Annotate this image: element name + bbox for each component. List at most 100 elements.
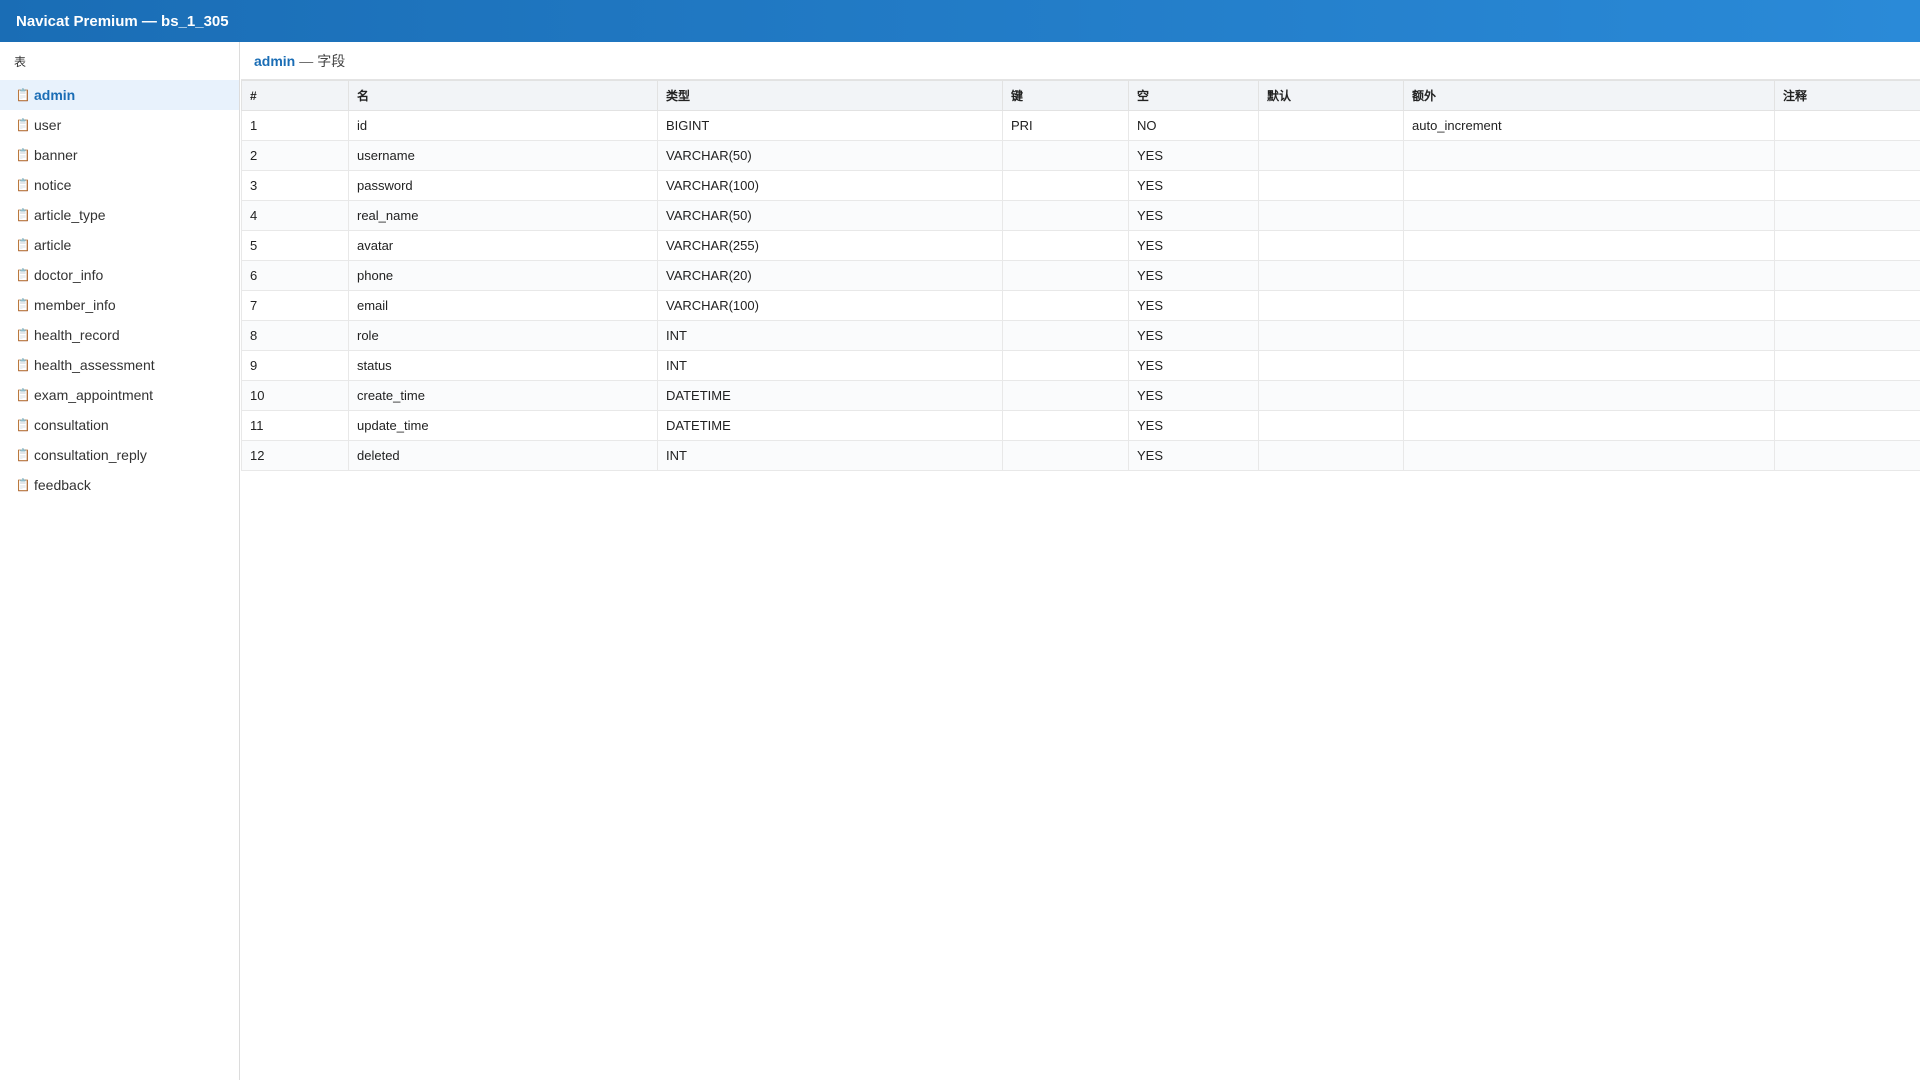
cell-comment[interactable] <box>1774 350 1920 381</box>
cell-name[interactable]: create_time <box>348 380 658 411</box>
column-header-col-index[interactable]: # <box>241 80 349 111</box>
cell-type[interactable]: INT <box>657 320 1003 351</box>
table-row[interactable]: 6 phone VARCHAR(20) YES <box>241 260 1920 291</box>
sidebar-item-exam-appointment[interactable]: 📋 exam_appointment <box>0 380 239 410</box>
cell-null[interactable]: NO <box>1128 110 1259 141</box>
cell-name[interactable]: password <box>348 170 658 201</box>
table-row[interactable]: 9 status INT YES <box>241 350 1920 381</box>
sidebar-item-user[interactable]: 📋 user <box>0 110 239 140</box>
cell-default[interactable] <box>1258 440 1404 471</box>
cell-null[interactable]: YES <box>1128 200 1259 231</box>
cell-default[interactable] <box>1258 140 1404 171</box>
cell-name[interactable]: avatar <box>348 230 658 261</box>
breadcrumb-table[interactable]: admin <box>254 53 295 69</box>
table-row[interactable]: 5 avatar VARCHAR(255) YES <box>241 230 1920 261</box>
column-header-col-extra[interactable]: 额外 <box>1403 80 1775 111</box>
table-row[interactable]: 10 create_time DATETIME YES <box>241 380 1920 411</box>
cell-index[interactable]: 2 <box>241 140 349 171</box>
cell-key[interactable] <box>1002 410 1129 441</box>
table-row[interactable]: 3 password VARCHAR(100) YES <box>241 170 1920 201</box>
cell-key[interactable] <box>1002 170 1129 201</box>
cell-type[interactable]: INT <box>657 440 1003 471</box>
cell-default[interactable] <box>1258 290 1404 321</box>
cell-extra[interactable] <box>1403 200 1775 231</box>
cell-comment[interactable] <box>1774 440 1920 471</box>
column-header-col-null[interactable]: 空 <box>1128 80 1259 111</box>
cell-index[interactable]: 11 <box>241 410 349 441</box>
cell-index[interactable]: 6 <box>241 260 349 291</box>
cell-null[interactable]: YES <box>1128 170 1259 201</box>
cell-default[interactable] <box>1258 410 1404 441</box>
sidebar-item-admin[interactable]: 📋 admin <box>0 80 239 110</box>
column-header-col-name[interactable]: 名 <box>348 80 658 111</box>
table-row[interactable]: 12 deleted INT YES <box>241 440 1920 471</box>
table-row[interactable]: 11 update_time DATETIME YES <box>241 410 1920 441</box>
cell-key[interactable] <box>1002 140 1129 171</box>
cell-extra[interactable] <box>1403 140 1775 171</box>
sidebar-item-feedback[interactable]: 📋 feedback <box>0 470 239 500</box>
cell-null[interactable]: YES <box>1128 140 1259 171</box>
cell-extra[interactable] <box>1403 410 1775 441</box>
cell-default[interactable] <box>1258 260 1404 291</box>
table-row[interactable]: 4 real_name VARCHAR(50) YES <box>241 200 1920 231</box>
cell-key[interactable] <box>1002 290 1129 321</box>
cell-key[interactable] <box>1002 260 1129 291</box>
cell-type[interactable]: DATETIME <box>657 380 1003 411</box>
column-header-col-default[interactable]: 默认 <box>1258 80 1404 111</box>
cell-type[interactable]: BIGINT <box>657 110 1003 141</box>
cell-comment[interactable] <box>1774 380 1920 411</box>
cell-name[interactable]: deleted <box>348 440 658 471</box>
cell-null[interactable]: YES <box>1128 410 1259 441</box>
cell-default[interactable] <box>1258 380 1404 411</box>
cell-null[interactable]: YES <box>1128 440 1259 471</box>
cell-extra[interactable] <box>1403 170 1775 201</box>
cell-comment[interactable] <box>1774 290 1920 321</box>
cell-key[interactable] <box>1002 440 1129 471</box>
column-header-col-comment[interactable]: 注释 <box>1774 80 1920 111</box>
cell-null[interactable]: YES <box>1128 350 1259 381</box>
cell-key[interactable] <box>1002 200 1129 231</box>
cell-extra[interactable] <box>1403 230 1775 261</box>
cell-comment[interactable] <box>1774 320 1920 351</box>
cell-key[interactable] <box>1002 320 1129 351</box>
cell-extra[interactable] <box>1403 290 1775 321</box>
cell-comment[interactable] <box>1774 140 1920 171</box>
cell-index[interactable]: 4 <box>241 200 349 231</box>
cell-index[interactable]: 1 <box>241 110 349 141</box>
cell-default[interactable] <box>1258 350 1404 381</box>
cell-default[interactable] <box>1258 170 1404 201</box>
cell-type[interactable]: VARCHAR(50) <box>657 140 1003 171</box>
cell-type[interactable]: VARCHAR(255) <box>657 230 1003 261</box>
table-row[interactable]: 7 email VARCHAR(100) YES <box>241 290 1920 321</box>
cell-name[interactable]: username <box>348 140 658 171</box>
cell-extra[interactable] <box>1403 260 1775 291</box>
cell-extra[interactable] <box>1403 380 1775 411</box>
cell-null[interactable]: YES <box>1128 260 1259 291</box>
cell-comment[interactable] <box>1774 110 1920 141</box>
cell-null[interactable]: YES <box>1128 380 1259 411</box>
cell-index[interactable]: 5 <box>241 230 349 261</box>
cell-null[interactable]: YES <box>1128 290 1259 321</box>
sidebar-item-health-assessment[interactable]: 📋 health_assessment <box>0 350 239 380</box>
cell-comment[interactable] <box>1774 230 1920 261</box>
sidebar-item-consultation-reply[interactable]: 📋 consultation_reply <box>0 440 239 470</box>
cell-key[interactable]: PRI <box>1002 110 1129 141</box>
table-row[interactable]: 1 id BIGINT PRI NO auto_increment <box>241 110 1920 141</box>
sidebar-item-health-record[interactable]: 📋 health_record <box>0 320 239 350</box>
sidebar-item-article-type[interactable]: 📋 article_type <box>0 200 239 230</box>
cell-extra[interactable] <box>1403 320 1775 351</box>
cell-name[interactable]: real_name <box>348 200 658 231</box>
column-header-col-key[interactable]: 键 <box>1002 80 1129 111</box>
cell-name[interactable]: status <box>348 350 658 381</box>
cell-key[interactable] <box>1002 380 1129 411</box>
cell-index[interactable]: 10 <box>241 380 349 411</box>
sidebar-item-consultation[interactable]: 📋 consultation <box>0 410 239 440</box>
sidebar-item-article[interactable]: 📋 article <box>0 230 239 260</box>
cell-extra[interactable] <box>1403 350 1775 381</box>
cell-type[interactable]: VARCHAR(50) <box>657 200 1003 231</box>
cell-default[interactable] <box>1258 320 1404 351</box>
table-row[interactable]: 8 role INT YES <box>241 320 1920 351</box>
sidebar-item-doctor-info[interactable]: 📋 doctor_info <box>0 260 239 290</box>
cell-index[interactable]: 8 <box>241 320 349 351</box>
cell-name[interactable]: phone <box>348 260 658 291</box>
